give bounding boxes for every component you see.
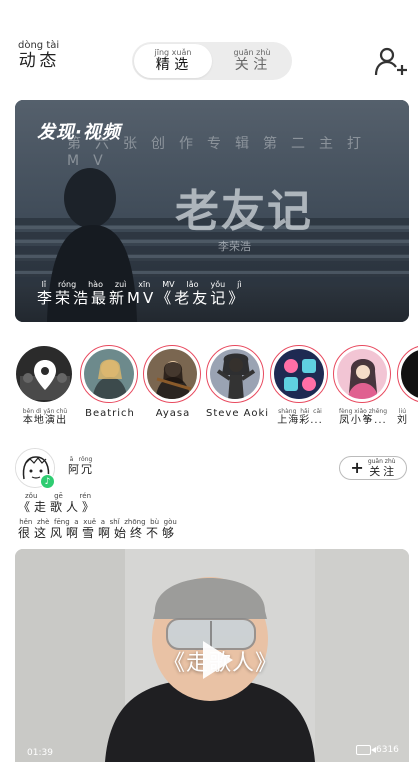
post-username-text: 阿冗: [68, 463, 94, 476]
artist-item-liu[interactable]: 刘liú: [397, 345, 418, 426]
tab-featured[interactable]: 精选jīng xuǎn: [134, 44, 212, 78]
video-view-count: 6316: [356, 745, 399, 755]
banner-overlay-title: 老友记: [175, 186, 313, 237]
artist-name: 上海彩...: [277, 415, 323, 426]
tab-featured-label: 精选: [154, 57, 192, 73]
artist-name: Steve Aoki: [206, 408, 270, 419]
artist-pinyin: běn dì yǎn chū: [22, 408, 68, 415]
artist-item-ayasa[interactable]: Ayasa: [143, 345, 203, 419]
location-pin-icon: [16, 346, 72, 402]
banner-overlay-subtitle: 第六张创作专辑第二主打MV: [67, 136, 375, 169]
video-duration: 01:39: [27, 748, 53, 758]
post-username[interactable]: 阿冗ā rǒng: [68, 456, 94, 477]
artist-name: 本地演出: [22, 415, 68, 426]
page-title-pinyin: dòng tài: [18, 40, 60, 51]
artist-name: 刘: [397, 415, 408, 426]
tab-featured-pinyin: jīng xuǎn: [154, 48, 192, 57]
artist-name: 凤小筝...: [338, 415, 388, 426]
post-lyric-text: 很这风啊雪啊始终不够: [18, 526, 179, 540]
artist-item-shanghai[interactable]: 上海彩...shàng hǎi cǎi: [270, 345, 330, 426]
follow-label: 关注: [367, 464, 396, 478]
artist-pinyin: shàng hǎi cǎi: [277, 408, 323, 415]
avatar: [333, 345, 391, 403]
artist-pinyin: liú: [397, 408, 408, 415]
tab-following-pinyin: guān zhù: [233, 48, 271, 57]
avatar: [397, 345, 418, 403]
avatar: [143, 345, 201, 403]
follow-pinyin: guān zhù: [367, 457, 396, 465]
page-title-text: 动态: [18, 51, 60, 71]
post-song-text: 《走歌人》: [18, 500, 99, 514]
avatar: [270, 345, 328, 403]
tab-following[interactable]: 关注guān zhù: [212, 42, 292, 80]
artist-item-feng-xiaozheng[interactable]: 凤小筝...fèng xiǎo zhēng: [333, 345, 393, 426]
post-lyric: 很这风啊雪啊始终不够hěn zhè fēng a xuě a shǐ zhōng…: [18, 518, 178, 541]
post-song-pinyin: zǒu gē rén: [18, 492, 99, 500]
artist-item-steve-aoki[interactable]: Steve Aoki: [206, 345, 270, 419]
avatar: [15, 345, 73, 403]
post-song-title: 《走歌人》zǒu gē rén: [18, 492, 98, 515]
post-username-pinyin: ā rǒng: [68, 456, 94, 463]
artist-pinyin: fèng xiǎo zhēng: [338, 408, 388, 415]
banner-caption-pinyin: lǐ róng hào zuì xīn MV lǎo yǒu jì: [37, 280, 247, 289]
header: 动态dòng tài 精选jīng xuǎn 关注guān zhù: [0, 0, 418, 95]
page-title: 动态dòng tài: [18, 40, 59, 71]
post-lyric-pinyin: hěn zhè fēng a xuě a shǐ zhōng bù gòu: [18, 518, 178, 526]
artist-item-beatrich[interactable]: Beatrich: [80, 345, 140, 419]
post-video[interactable]: 《走歌人》 01:39 6316: [15, 549, 409, 762]
video-views-text: 6316: [376, 745, 399, 755]
artist-name: Ayasa: [155, 408, 191, 419]
music-badge-icon: ♪: [40, 474, 55, 489]
tab-following-label: 关注: [233, 57, 271, 73]
banner-caption: 李荣浩最新MV《老友记》lǐ róng hào zuì xīn MV lǎo y…: [37, 280, 246, 308]
play-icon[interactable]: [203, 641, 233, 679]
plus-icon: +: [350, 458, 364, 477]
artist-name: Beatrich: [85, 408, 135, 419]
video-camera-icon: [356, 745, 376, 755]
avatar: [80, 345, 138, 403]
tab-switcher: 精选jīng xuǎn 关注guān zhù: [132, 42, 292, 80]
add-user-icon[interactable]: [374, 46, 408, 76]
follow-button[interactable]: + 关注guān zhù: [339, 456, 407, 480]
banner-overlay-artist: 李荣浩: [218, 240, 251, 253]
banner-caption-text: 李荣浩最新MV《老友记》: [37, 289, 247, 307]
featured-video-banner[interactable]: 发现·视频 第六张创作专辑第二主打MV 老友记 李荣浩 李荣浩最新MV《老友记》…: [15, 100, 409, 322]
artist-item-local-shows[interactable]: 本地演出běn dì yǎn chū: [15, 345, 75, 426]
artist-row: 本地演出běn dì yǎn chū Beatrich Ayasa Steve …: [0, 345, 418, 430]
avatar: [206, 345, 264, 403]
